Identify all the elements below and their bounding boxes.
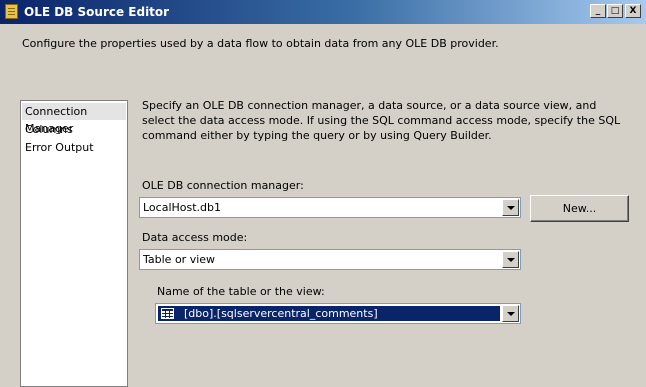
chevron-down-icon[interactable] [502,305,519,322]
nav-item-error-output[interactable]: Error Output [22,139,94,156]
page-navigation: Connection Manager Columns Error Output [20,100,128,387]
connection-manager-label: OLE DB connection manager: [142,179,304,192]
header-description: Configure the properties used by a data … [22,37,499,50]
table-name-label: Name of the table or the view: [157,285,325,298]
close-button[interactable]: X [625,4,641,18]
table-icon [161,308,174,319]
nav-item-columns[interactable]: Columns [22,121,73,138]
table-name-value: [dbo].[sqlservercentral_comments] [184,307,378,320]
data-access-mode-value: Table or view [143,253,216,266]
connection-manager-dropdown[interactable]: LocalHost.db1 [139,197,521,218]
table-name-dropdown[interactable]: [dbo].[sqlservercentral_comments] [155,303,521,324]
new-button-label: New... [562,202,597,215]
chevron-down-icon[interactable] [502,251,519,268]
connection-manager-value: LocalHost.db1 [143,201,222,214]
chevron-down-icon[interactable] [502,199,519,216]
package-icon [5,4,18,19]
window-title: OLE DB Source Editor [24,5,170,19]
page-description: Specify an OLE DB connection manager, a … [142,99,621,142]
minimize-button[interactable]: _ [590,4,606,18]
new-connection-button[interactable]: New... [530,195,629,222]
nav-item-connection-manager[interactable]: Connection Manager [22,103,126,135]
data-access-mode-dropdown[interactable]: Table or view [139,249,521,270]
data-access-mode-label: Data access mode: [142,231,248,244]
title-bar: OLE DB Source Editor _ □ X [0,0,646,24]
maximize-button[interactable]: □ [607,4,623,18]
